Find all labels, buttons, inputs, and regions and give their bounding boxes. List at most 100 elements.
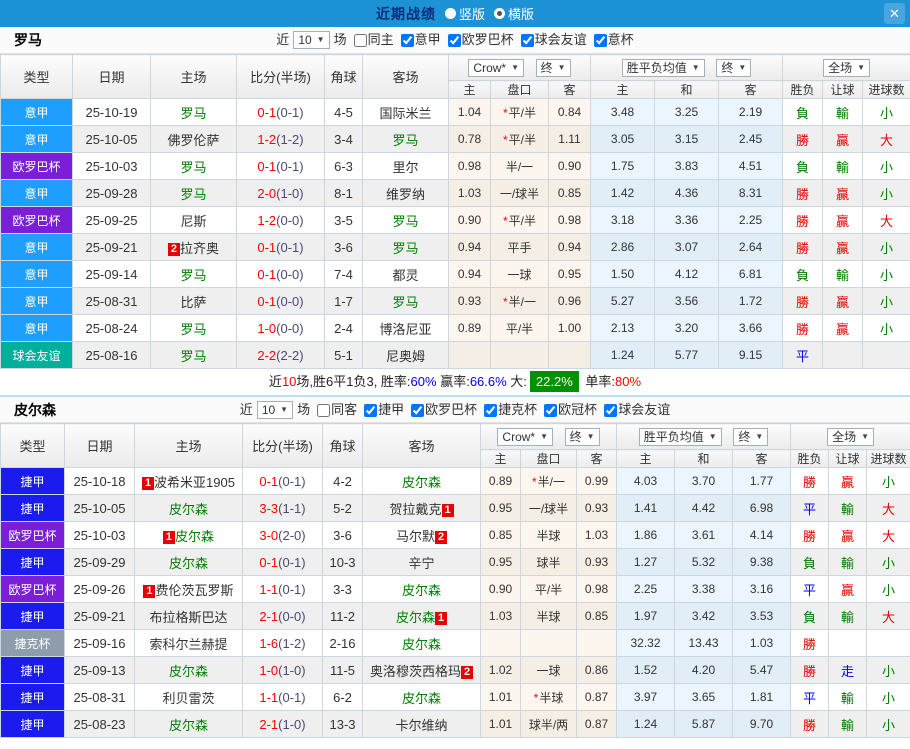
avg-select[interactable]: 胜平负均值 ▼ (621, 58, 705, 77)
home-team-name[interactable]: 费伦茨瓦罗斯 (155, 583, 233, 598)
match-date: 25-10-05 (72, 125, 151, 153)
home-team-name[interactable]: 布拉格斯巴达 (149, 610, 227, 625)
table-row: 意甲 25-10-19 罗马 0-1(0-1) 4-5 国际米兰 1.04 *平… (0, 98, 910, 126)
league-checkbox[interactable] (364, 404, 378, 418)
league-checkbox[interactable] (544, 404, 558, 418)
home-team-name[interactable]: 罗马 (180, 187, 206, 202)
home-team-name[interactable]: 罗马 (180, 160, 206, 175)
avg-final-select[interactable]: 终 ▼ (716, 58, 752, 77)
radio-selected-icon[interactable] (494, 8, 505, 19)
avg-win: 3.05 (590, 125, 656, 153)
match-date: 25-08-23 (64, 710, 135, 738)
away-team-name[interactable]: 奥洛穆茨西格玛 (370, 664, 461, 679)
fulltime-score: 1-6 (259, 635, 279, 651)
away-team-name[interactable]: 罗马 (392, 133, 418, 148)
league-checkbox[interactable] (411, 404, 425, 418)
avg-final-select[interactable]: 终 ▼ (733, 427, 769, 446)
away-team-name[interactable]: 都灵 (392, 268, 418, 283)
odds-handicap: 平/半 (490, 314, 549, 342)
away-team-name[interactable]: 罗马 (392, 295, 418, 310)
home-team-name[interactable]: 罗马 (180, 268, 206, 283)
avg-draw: 3.15 (654, 125, 720, 153)
home-team-name[interactable]: 佛罗伦萨 (167, 133, 219, 148)
layout-horizontal-radio[interactable]: 横版 (494, 4, 534, 23)
away-team-name[interactable]: 皮尔森 (402, 475, 441, 490)
odds-home: 0.78 (448, 125, 491, 153)
league-badge: 捷甲 (0, 683, 65, 711)
league-checkbox[interactable] (400, 34, 414, 48)
col-header-away: 客场 (362, 54, 449, 99)
away-team-name[interactable]: 马尔默 (396, 529, 435, 544)
match-date: 25-09-14 (72, 260, 151, 288)
radio-icon[interactable] (444, 8, 456, 19)
away-team-name[interactable]: 罗马 (392, 214, 418, 229)
away-team-name[interactable]: 皮尔森 (396, 610, 435, 625)
home-team-name[interactable]: 皮尔森 (169, 718, 208, 733)
away-team-name[interactable]: 卡尔维纳 (395, 718, 447, 733)
home-team-name[interactable]: 波希米亚1905 (154, 475, 235, 490)
away-team-name[interactable]: 博洛尼亚 (379, 322, 431, 337)
away-team-name[interactable]: 罗马 (392, 241, 418, 256)
odds-home: 1.03 (480, 602, 521, 630)
home-team-name[interactable]: 皮尔森 (169, 556, 208, 571)
result-handicap: 輸 (828, 710, 868, 738)
halftime-score: (0-1) (276, 104, 304, 120)
col-header-score: 比分(半场) (242, 423, 323, 468)
home-team-name[interactable]: 尼斯 (180, 214, 206, 229)
home-team-name[interactable]: 比萨 (180, 295, 206, 310)
away-team-name[interactable]: 尼奥姆 (386, 349, 425, 364)
odds-final-select[interactable]: 终 ▼ (535, 58, 571, 77)
league-filter-item: 捷甲 (357, 397, 404, 423)
home-team-name[interactable]: 皮尔森 (169, 664, 208, 679)
league-badge: 捷甲 (0, 467, 65, 495)
league-checkbox[interactable] (593, 34, 607, 48)
halftime-score: (0-0) (276, 212, 304, 228)
odds-away: 0.90 (547, 152, 592, 180)
league-checkbox[interactable] (604, 404, 618, 418)
home-team-name[interactable]: 罗马 (180, 349, 206, 364)
away-team-name[interactable]: 皮尔森 (402, 637, 441, 652)
rank-badge: 2 (461, 665, 473, 679)
odds-final-select[interactable]: 终 ▼ (564, 427, 600, 446)
league-checkbox[interactable] (520, 34, 534, 48)
away-team-name[interactable]: 皮尔森 (402, 583, 441, 598)
avg-select[interactable]: 胜平负均值 ▼ (638, 427, 722, 446)
league-checkbox[interactable] (484, 404, 498, 418)
result-wdl: 平 (790, 683, 830, 711)
home-team-name[interactable]: 索科尔兰赫提 (149, 637, 227, 652)
handicap-value: 一球 (507, 267, 532, 282)
result-wdl: 勝 (782, 314, 824, 342)
layout-vertical-radio[interactable]: 竖版 (444, 4, 485, 23)
fullmatch-select[interactable]: 全场 ▼ (827, 427, 875, 446)
home-team-name[interactable]: 罗马 (180, 106, 206, 121)
avg-draw: 3.65 (674, 683, 734, 711)
close-icon[interactable]: ✕ (884, 3, 905, 24)
avg-lose: 1.81 (732, 683, 792, 711)
home-team-name[interactable]: 拉齐奥 (180, 241, 219, 256)
same-checkbox[interactable] (317, 403, 331, 417)
home-team-name[interactable]: 罗马 (180, 322, 206, 337)
result-goals: 小 (862, 152, 910, 180)
avg-draw: 4.12 (654, 260, 720, 288)
home-team-name[interactable]: 皮尔森 (175, 529, 214, 544)
away-team-name[interactable]: 国际米兰 (379, 106, 431, 121)
fullmatch-select[interactable]: 全场 ▼ (823, 58, 871, 77)
recent-count-select[interactable]: 10 ▼ (256, 401, 294, 419)
sub-header-result-wdl: 胜负 (782, 80, 824, 99)
away-team-name[interactable]: 贺拉戴克 (389, 502, 441, 517)
away-team-name[interactable]: 里尔 (392, 160, 418, 175)
match-score: 0-1(0-1) (242, 548, 323, 576)
avg-draw: 3.56 (654, 287, 720, 315)
recent-count-select[interactable]: 10 ▼ (293, 31, 330, 49)
league-checkbox[interactable] (447, 34, 461, 48)
odds-company-select[interactable]: Crow* ▼ (497, 427, 554, 446)
same-checkbox[interactable] (353, 33, 367, 47)
avg-win: 2.13 (590, 314, 656, 342)
sub-header-odds-home: 主 (480, 449, 521, 468)
home-team-name[interactable]: 皮尔森 (169, 502, 208, 517)
odds-company-select[interactable]: Crow* ▼ (468, 58, 525, 77)
away-team-name[interactable]: 维罗纳 (386, 187, 425, 202)
home-team-name[interactable]: 利贝雷茨 (162, 691, 214, 706)
away-team-name[interactable]: 辛宁 (408, 556, 434, 571)
away-team-name[interactable]: 皮尔森 (402, 691, 441, 706)
